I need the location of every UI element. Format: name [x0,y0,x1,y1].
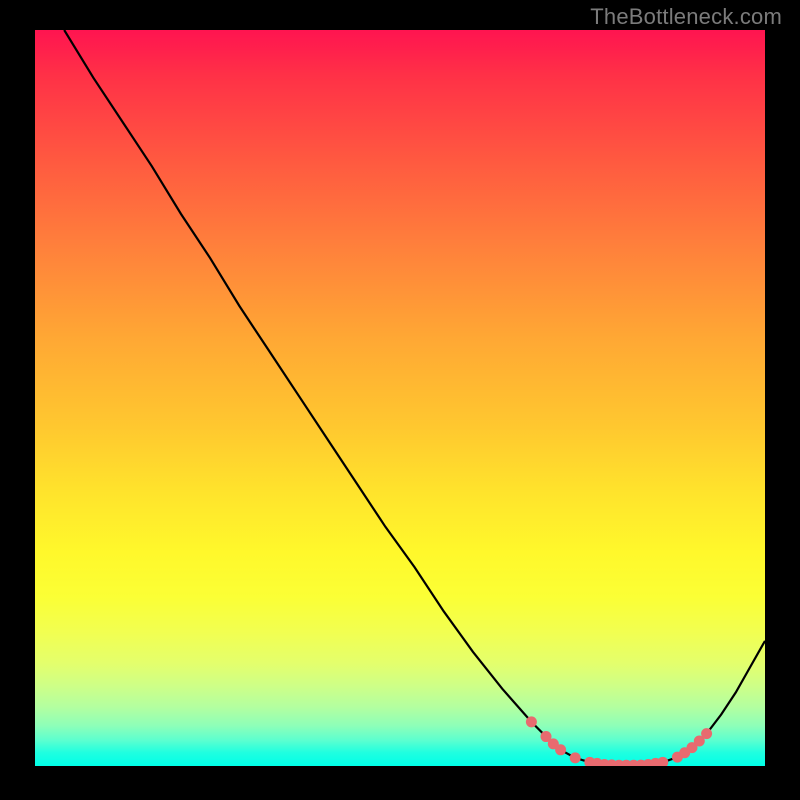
chart-wrap: TheBottleneck.com [0,0,800,800]
curve-svg [35,30,765,766]
data-dot [555,744,566,755]
data-dots [526,716,712,766]
data-dot [570,752,581,763]
data-dot [657,757,668,766]
watermark: TheBottleneck.com [590,4,782,30]
plot-area [35,30,765,766]
data-dot [526,716,537,727]
data-dot [701,728,712,739]
curve-line [64,30,765,765]
